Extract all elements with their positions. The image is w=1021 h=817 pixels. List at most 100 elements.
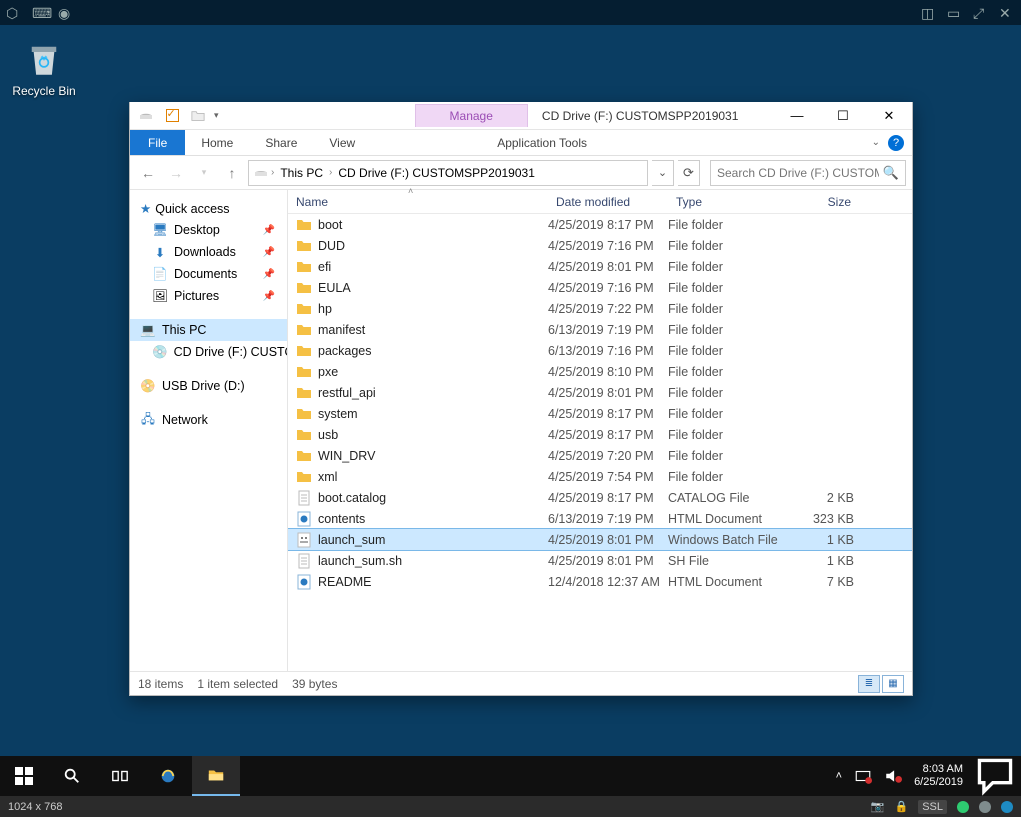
file-row[interactable]: boot4/25/2019 8:17 PMFile folder — [288, 214, 912, 235]
file-row[interactable]: launch_sum4/25/2019 8:01 PMWindows Batch… — [288, 529, 912, 550]
nav-documents[interactable]: 📄Documents📌 — [130, 263, 287, 285]
file-row[interactable]: efi4/25/2019 8:01 PMFile folder — [288, 256, 912, 277]
nav-this-pc[interactable]: 💻This PC — [130, 319, 287, 341]
file-date: 12/4/2018 12:37 AM — [548, 575, 668, 589]
window-minimize[interactable]: — — [774, 102, 820, 130]
nav-network[interactable]: 🖧 Network — [130, 409, 287, 431]
file-row[interactable]: packages6/13/2019 7:16 PMFile folder — [288, 340, 912, 361]
ribbon-expand-icon[interactable]: ⌄ — [872, 137, 880, 148]
camera-icon[interactable]: 📷 — [871, 800, 885, 813]
clock-date: 6/25/2019 — [914, 776, 963, 789]
nav-recent-dropdown[interactable]: ▾ — [192, 161, 216, 185]
qat-dropdown-icon[interactable]: ▾ — [214, 110, 219, 121]
pin-icon: 📌 — [263, 291, 281, 302]
file-row[interactable]: manifest6/13/2019 7:19 PMFile folder — [288, 319, 912, 340]
taskbar-ie[interactable] — [144, 756, 192, 796]
tab-view[interactable]: View — [313, 130, 371, 155]
tray-overflow-icon[interactable]: ˄ — [836, 770, 842, 782]
tab-share[interactable]: Share — [249, 130, 313, 155]
file-name: README — [318, 575, 371, 589]
view-large-icons-button[interactable]: ▦ — [882, 675, 904, 693]
fullscreen-icon[interactable]: ⤢ — [973, 5, 989, 21]
nav-network-label: Network — [162, 413, 208, 427]
window-icon[interactable]: ▭ — [947, 5, 963, 21]
start-button[interactable] — [0, 756, 48, 796]
file-row[interactable]: restful_api4/25/2019 8:01 PMFile folder — [288, 382, 912, 403]
refresh-button[interactable]: ⟳ — [678, 160, 700, 186]
search-box[interactable]: 🔍 — [710, 160, 906, 186]
file-type: File folder — [668, 239, 790, 253]
remote-close-icon[interactable]: ✕ — [999, 5, 1015, 21]
window-maximize[interactable]: ☐ — [820, 102, 866, 130]
file-name: restful_api — [318, 386, 376, 400]
layout-tile-icon[interactable]: ◫ — [921, 5, 937, 21]
nav-forward[interactable]: → — [164, 161, 188, 185]
nav-quick-access[interactable]: ★Quick access — [130, 198, 287, 219]
column-type[interactable]: Type — [668, 195, 790, 209]
file-row[interactable]: hp4/25/2019 7:22 PMFile folder — [288, 298, 912, 319]
help-icon[interactable]: ? — [888, 135, 904, 151]
file-row[interactable]: WIN_DRV4/25/2019 7:20 PMFile folder — [288, 445, 912, 466]
window-close[interactable]: ✕ — [866, 102, 912, 130]
taskbar-search[interactable] — [48, 756, 96, 796]
tab-file[interactable]: File — [130, 130, 185, 155]
breadcrumb-sep[interactable]: › — [329, 167, 332, 178]
search-input[interactable] — [717, 166, 879, 180]
nav-pictures[interactable]: 🖼Pictures📌 — [130, 285, 287, 307]
nav-desktop[interactable]: 🖥Desktop📌 — [130, 219, 287, 241]
network-icon: 🖧 — [140, 412, 156, 428]
file-row[interactable]: usb4/25/2019 8:17 PMFile folder — [288, 424, 912, 445]
titlebar[interactable]: ▾ Manage CD Drive (F:) CUSTOMSPP2019031 … — [130, 102, 912, 130]
file-row[interactable]: contents6/13/2019 7:19 PMHTML Document32… — [288, 508, 912, 529]
breadcrumb[interactable]: › This PC › CD Drive (F:) CUSTOMSPP20190… — [248, 160, 648, 186]
nav-up[interactable]: ↑ — [220, 161, 244, 185]
qat-properties-check[interactable] — [162, 106, 182, 126]
file-type: HTML Document — [668, 512, 790, 526]
file-row[interactable]: system4/25/2019 8:17 PMFile folder — [288, 403, 912, 424]
tab-home[interactable]: Home — [185, 130, 249, 155]
folder-icon — [296, 469, 312, 485]
file-size: 7 KB — [790, 575, 860, 589]
taskbar-file-explorer[interactable] — [192, 756, 240, 796]
action-center-button[interactable] — [975, 756, 1015, 796]
drive-icon[interactable] — [136, 106, 156, 126]
nav-cd-drive[interactable]: 💿CD Drive (F:) CUSTOM — [130, 341, 287, 363]
hex-icon[interactable]: ⬡ — [6, 5, 22, 21]
nav-usb-drive[interactable]: 📀USB Drive (D:) — [130, 375, 287, 397]
desktop-recycle-bin[interactable]: Recycle Bin — [12, 38, 76, 98]
disc-icon[interactable]: ◉ — [58, 5, 74, 21]
column-size[interactable]: Size — [790, 195, 860, 209]
taskbar-clock[interactable]: 8:03 AM 6/25/2019 — [914, 763, 963, 788]
tray-network-icon[interactable] — [854, 767, 872, 785]
file-row[interactable]: DUD4/25/2019 7:16 PMFile folder — [288, 235, 912, 256]
folder-icon — [296, 448, 312, 464]
file-row[interactable]: xml4/25/2019 7:54 PMFile folder — [288, 466, 912, 487]
lock-icon[interactable]: 🔒 — [895, 800, 909, 813]
tab-application-tools[interactable]: Application Tools — [481, 130, 603, 155]
status-dot-green — [957, 801, 969, 813]
file-type: File folder — [668, 218, 790, 232]
column-date[interactable]: Date modified — [548, 195, 668, 209]
view-details-button[interactable]: ≣ — [858, 675, 880, 693]
column-name[interactable]: Name — [288, 195, 548, 209]
nav-back[interactable]: ← — [136, 161, 160, 185]
clock-time: 8:03 AM — [914, 763, 963, 776]
qat-new-folder[interactable] — [188, 106, 208, 126]
task-view-button[interactable] — [96, 756, 144, 796]
file-row[interactable]: boot.catalog4/25/2019 8:17 PMCATALOG Fil… — [288, 487, 912, 508]
breadcrumb-this-pc[interactable]: This PC — [276, 166, 327, 180]
tray-volume-icon[interactable] — [884, 767, 902, 785]
file-row[interactable]: EULA4/25/2019 7:16 PMFile folder — [288, 277, 912, 298]
file-row[interactable]: launch_sum.sh4/25/2019 8:01 PMSH File1 K… — [288, 550, 912, 571]
file-row[interactable]: README12/4/2018 12:37 AMHTML Document7 K… — [288, 571, 912, 592]
nav-downloads[interactable]: ⬇Downloads📌 — [130, 241, 287, 263]
column-headers[interactable]: ˄ Name Date modified Type Size — [288, 190, 912, 214]
file-type: File folder — [668, 281, 790, 295]
file-row[interactable]: pxe4/25/2019 8:10 PMFile folder — [288, 361, 912, 382]
address-dropdown[interactable]: ⌄ — [652, 160, 674, 186]
breadcrumb-drive[interactable]: CD Drive (F:) CUSTOMSPP2019031 — [334, 166, 539, 180]
keyboard-icon[interactable]: ⌨ — [32, 5, 48, 21]
ribbon-context-manage[interactable]: Manage — [415, 104, 528, 127]
search-icon[interactable]: 🔍 — [883, 165, 899, 181]
breadcrumb-sep[interactable]: › — [271, 167, 274, 178]
